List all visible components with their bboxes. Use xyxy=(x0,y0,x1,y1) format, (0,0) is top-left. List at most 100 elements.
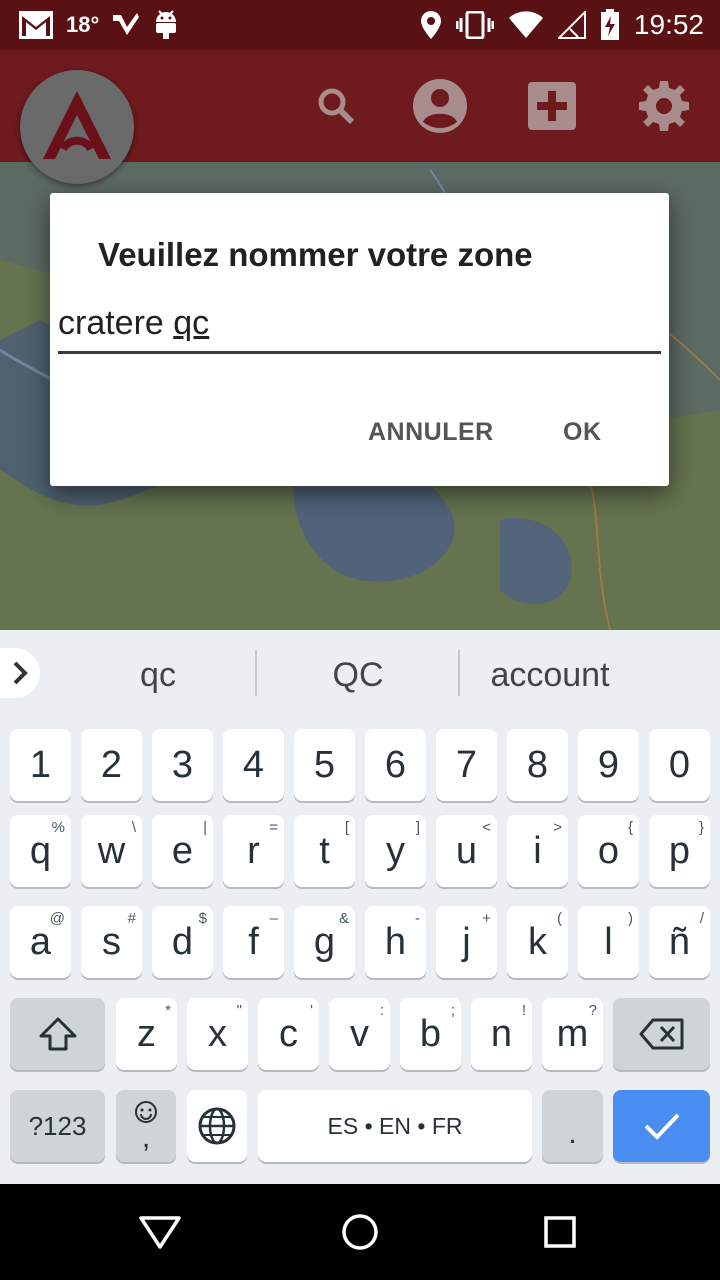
key-r[interactable]: r = xyxy=(223,815,284,887)
key-hint: * xyxy=(165,1002,171,1019)
search-icon xyxy=(316,86,356,131)
clock-text: 19:52 xyxy=(633,9,704,40)
vibrate-icon xyxy=(455,11,494,39)
key-j[interactable]: j + xyxy=(436,906,497,978)
key-w[interactable]: w \ xyxy=(81,815,142,887)
space-key[interactable]: ES • EN • FR xyxy=(258,1090,532,1162)
key-g[interactable]: g & xyxy=(294,906,355,978)
location-icon xyxy=(420,10,442,40)
key-hint: ( xyxy=(557,910,562,927)
search-button[interactable] xyxy=(306,78,366,138)
key-q[interactable]: q% xyxy=(10,815,71,887)
period-key[interactable]: . xyxy=(542,1090,603,1162)
key-hint: | xyxy=(203,819,207,836)
key-hint: ? xyxy=(588,1002,597,1019)
shift-key[interactable] xyxy=(10,998,105,1070)
key-hint: % xyxy=(51,819,65,836)
key-7[interactable]: 7 xyxy=(436,729,497,801)
app-logo[interactable] xyxy=(20,70,134,184)
suggestion-1[interactable]: qc xyxy=(60,650,256,700)
key-hint: [ xyxy=(344,819,349,836)
key-i[interactable]: i > xyxy=(507,815,568,887)
key-label: 0 xyxy=(668,743,691,786)
globe-icon xyxy=(198,1107,236,1145)
suggestion-3[interactable]: account xyxy=(460,650,640,700)
key-c[interactable]: c ' xyxy=(258,998,319,1070)
checkmark-icon xyxy=(644,1113,679,1140)
key-5[interactable]: 5 xyxy=(294,729,355,801)
key-4[interactable]: 4 xyxy=(223,729,284,801)
suggestion-2[interactable]: QC xyxy=(258,650,458,700)
suggestion-divider xyxy=(255,650,257,696)
battery-icon xyxy=(600,9,620,41)
key-hint: = xyxy=(269,819,278,836)
home-button[interactable] xyxy=(330,1204,390,1260)
key-u[interactable]: u < xyxy=(436,815,497,887)
recents-button[interactable] xyxy=(530,1204,590,1260)
temperature-text: 18° xyxy=(66,12,100,37)
signal-icon xyxy=(557,11,586,39)
key-d[interactable]: d $ xyxy=(152,906,213,978)
key-p[interactable]: p} xyxy=(649,815,710,887)
key-6[interactable]: 6 xyxy=(365,729,426,801)
key-hint: & xyxy=(338,910,349,927)
key-t[interactable]: t[ xyxy=(294,815,355,887)
dialog-title: Veuillez nommer votre zone xyxy=(98,236,533,273)
key-hint: : xyxy=(379,1002,384,1019)
key-v[interactable]: v: xyxy=(329,998,390,1070)
delivery-icon xyxy=(111,11,141,39)
cancel-button[interactable]: ANNULER xyxy=(368,410,494,454)
emoji-comma-key[interactable]: , xyxy=(116,1090,176,1162)
key-2[interactable]: 2 xyxy=(81,729,142,801)
symbols-key[interactable]: ?123 xyxy=(10,1090,105,1162)
key-o[interactable]: o{ xyxy=(578,815,639,887)
key-hint: – xyxy=(269,910,278,927)
backspace-key[interactable] xyxy=(613,998,710,1070)
key-label: 1 xyxy=(29,743,52,786)
logo-mark-icon xyxy=(43,91,111,159)
key-m[interactable]: m? xyxy=(542,998,603,1070)
key-hint: ) xyxy=(628,910,633,927)
back-button[interactable] xyxy=(130,1204,190,1260)
backspace-icon xyxy=(639,1018,683,1050)
key-n[interactable]: n! xyxy=(471,998,532,1070)
key-hint: { xyxy=(627,819,633,836)
key-l[interactable]: l) xyxy=(578,906,639,978)
key-y[interactable]: y] xyxy=(365,815,426,887)
comma-label: , xyxy=(141,1121,151,1154)
add-button[interactable] xyxy=(522,78,582,138)
home-icon xyxy=(342,1214,378,1250)
key-h[interactable]: h- xyxy=(365,906,426,978)
key-0[interactable]: 0 xyxy=(649,729,710,801)
key-x[interactable]: x " xyxy=(187,998,248,1070)
account-button[interactable] xyxy=(410,78,470,138)
add-icon xyxy=(527,81,577,136)
enter-key[interactable] xyxy=(613,1090,710,1162)
key-s[interactable]: s # xyxy=(81,906,142,978)
key-b[interactable]: b; xyxy=(400,998,461,1070)
key-hint: + xyxy=(482,910,491,927)
language-key[interactable] xyxy=(187,1090,247,1162)
ok-button[interactable]: OK xyxy=(563,410,602,454)
settings-icon xyxy=(637,79,691,138)
key-ñ[interactable]: ñ / xyxy=(649,906,710,978)
zone-name-input[interactable]: cratere qc xyxy=(58,300,661,354)
key-9[interactable]: 9 xyxy=(578,729,639,801)
account-icon xyxy=(412,78,468,139)
input-composing-text: qc xyxy=(173,304,210,342)
settings-button[interactable] xyxy=(634,78,694,138)
key-hint: $ xyxy=(198,910,207,927)
key-8[interactable]: 8 xyxy=(507,729,568,801)
key-hint: ; xyxy=(450,1002,455,1019)
key-f[interactable]: f – xyxy=(223,906,284,978)
key-z[interactable]: z * xyxy=(116,998,177,1070)
key-1[interactable]: 1 xyxy=(10,729,71,801)
key-label: 3 xyxy=(171,743,194,786)
key-3[interactable]: 3 xyxy=(152,729,213,801)
key-label: 5 xyxy=(313,743,336,786)
key-label: 4 xyxy=(242,743,265,786)
key-e[interactable]: e | xyxy=(152,815,213,887)
key-hint: ! xyxy=(521,1002,526,1019)
key-a[interactable]: a @ xyxy=(10,906,71,978)
key-k[interactable]: k( xyxy=(507,906,568,978)
